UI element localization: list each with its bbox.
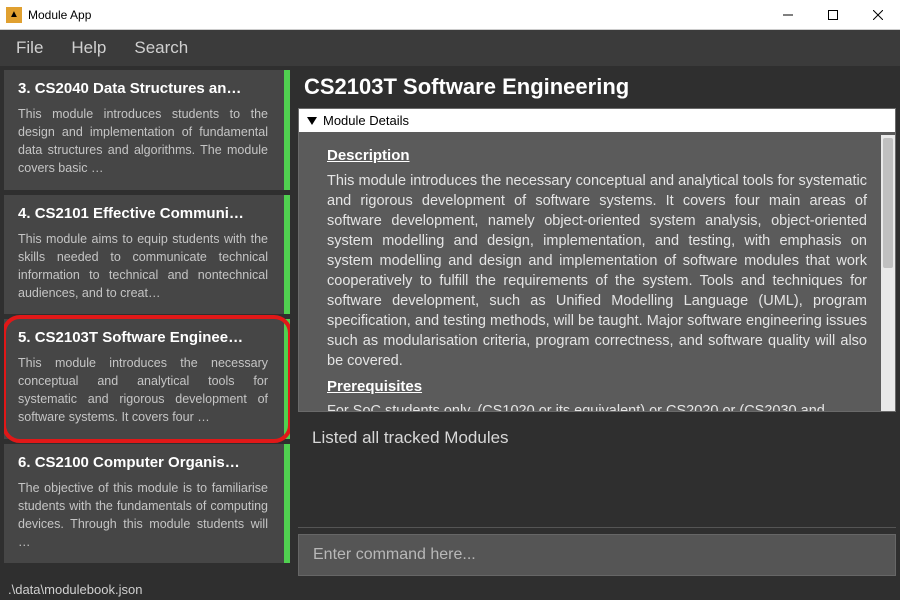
menu-search[interactable]: Search [128,34,194,62]
details-scrollbar[interactable] [881,135,895,411]
description-text: This module introduces the necessary con… [327,171,867,371]
command-placeholder: Enter command here... [313,546,476,564]
window-title: Module App [28,8,765,22]
maximize-button[interactable] [810,0,855,29]
description-heading: Description [327,146,867,167]
list-item-title: 4. CS2101 Effective Communi… [18,205,268,222]
list-item-desc: The objective of this module is to famil… [18,479,268,552]
list-item[interactable]: 3. CS2040 Data Structures an… This modul… [4,70,290,190]
window-controls [765,0,900,29]
content-area: 3. CS2040 Data Structures an… This modul… [0,66,900,578]
menubar: File Help Search [0,30,900,66]
menu-help[interactable]: Help [65,34,112,62]
detail-title: CS2103T Software Engineering [298,70,896,102]
details-panel: Module Details Description This module i… [298,108,896,412]
footer-path: .\data\modulebook.json [0,578,900,600]
main-panel: CS2103T Software Engineering Module Deta… [298,70,896,578]
menu-file[interactable]: File [10,34,49,62]
list-item[interactable]: 6. CS2100 Computer Organis… The objectiv… [4,444,290,564]
titlebar: ▲ Module App [0,0,900,30]
scrollbar-thumb[interactable] [883,138,893,268]
list-item-desc: This module aims to equip students with … [18,230,268,303]
list-item-title: 6. CS2100 Computer Organis… [18,454,268,471]
list-item-title: 3. CS2040 Data Structures an… [18,80,268,97]
prerequisites-text: For SoC students only. (CS1020 or its eq… [327,401,867,411]
close-button[interactable] [855,0,900,29]
command-input[interactable]: Enter command here... [298,534,896,576]
list-item-desc: This module introduces students to the d… [18,105,268,178]
details-header-label: Module Details [323,113,409,128]
details-body: Description This module introduces the n… [299,132,895,411]
disclosure-triangle-icon [307,117,317,125]
list-item[interactable]: 4. CS2101 Effective Communi… This module… [4,195,290,315]
module-list: 3. CS2040 Data Structures an… This modul… [4,70,290,578]
minimize-button[interactable] [765,0,810,29]
list-item-selected[interactable]: 5. CS2103T Software Enginee… This module… [4,319,290,439]
app-icon: ▲ [6,7,22,23]
status-message: Listed all tracked Modules [298,418,896,528]
list-item-title: 5. CS2103T Software Enginee… [18,329,268,346]
list-item-desc: This module introduces the necessary con… [18,354,268,427]
prerequisites-heading: Prerequisites [327,377,867,398]
details-header[interactable]: Module Details [299,109,895,132]
